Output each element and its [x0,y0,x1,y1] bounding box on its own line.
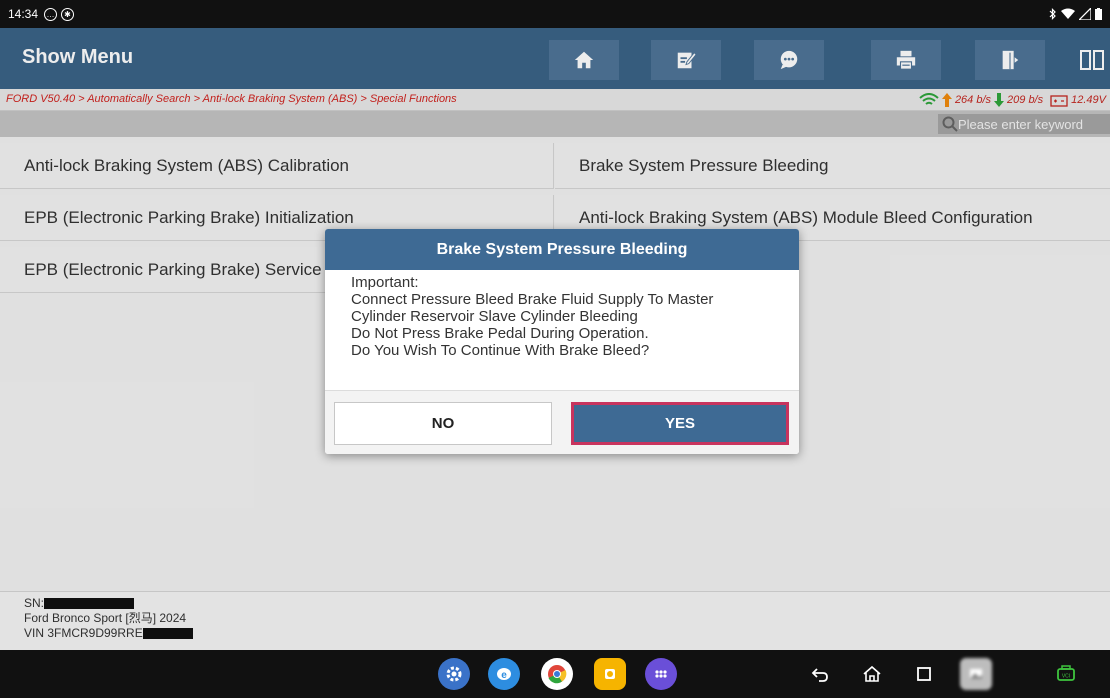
gallery-icon [970,669,982,679]
dialog-line: Important: [351,274,419,291]
signal-icon [1079,8,1091,20]
recents-button[interactable] [908,658,940,690]
back-arrow-icon [811,668,828,682]
svg-text:VCI: VCI [1062,674,1070,680]
bluetooth-icon [1049,8,1056,20]
svg-text:e: e [501,670,507,681]
chrome-icon [548,665,567,684]
yes-button[interactable]: YES [571,402,789,445]
no-button[interactable]: NO [334,402,552,445]
browser-app-button[interactable]: e [488,658,520,690]
dialog-line: Cylinder Reservoir Slave Cylinder Bleedi… [351,308,638,325]
dialog-line: Do You Wish To Continue With Brake Bleed… [351,342,650,359]
app-drawer-icon [655,670,667,678]
gear-icon [446,666,462,682]
home-nav-button[interactable] [856,658,888,690]
settings-app-button[interactable] [438,658,470,690]
battery-icon [1095,8,1102,20]
browser-icon: e [497,668,511,681]
wifi-icon [1061,8,1075,19]
navigation-bar: e VCI [0,650,1110,698]
dialog-line: Do Not Press Brake Pedal During Operatio… [351,325,649,342]
gallery-app-button[interactable] [960,658,992,690]
status-time: 14:34 [8,7,39,21]
chat-notification-icon: … [44,7,58,21]
recents-square-icon [917,667,931,681]
dialog-line: Connect Pressure Bleed Brake Fluid Suppl… [351,291,714,308]
settings-notification-icon: ✱ [61,7,75,21]
home-outline-icon [863,665,881,682]
dialog-message: Important: Connect Pressure Bleed Brake … [351,274,713,359]
vci-button[interactable]: VCI [1050,658,1082,690]
status-bar: 14:34 … ✱ [0,0,1110,28]
dialog-title: Brake System Pressure Bleeding [325,229,799,270]
camera-icon [605,669,615,679]
vci-connector-icon: VCI [1057,665,1075,681]
dialog-footer: NO YES [325,390,799,454]
confirm-dialog: Brake System Pressure Bleeding Important… [325,229,799,454]
camera-app-button[interactable] [594,658,626,690]
chrome-app-button[interactable] [541,658,573,690]
back-button[interactable] [804,658,836,690]
app-drawer-button[interactable] [645,658,677,690]
